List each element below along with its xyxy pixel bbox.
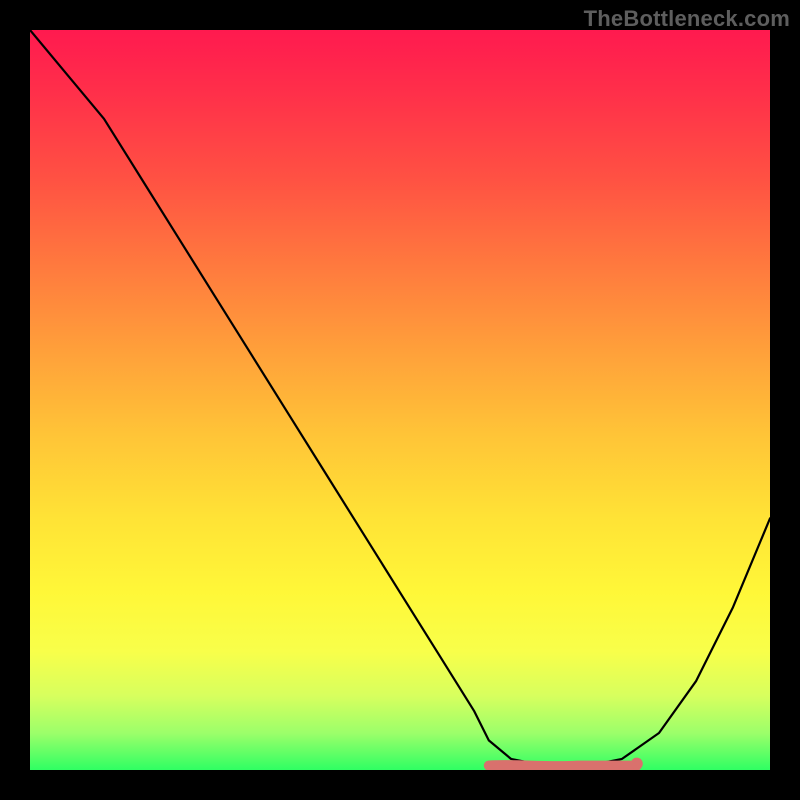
chart-frame: TheBottleneck.com [0,0,800,800]
minimum-endpoint-dot [631,758,643,770]
plot-area [30,30,770,770]
watermark-text: TheBottleneck.com [584,6,790,32]
bottleneck-curve [30,30,770,766]
chart-svg [30,30,770,770]
minimum-highlight-band [489,765,637,766]
